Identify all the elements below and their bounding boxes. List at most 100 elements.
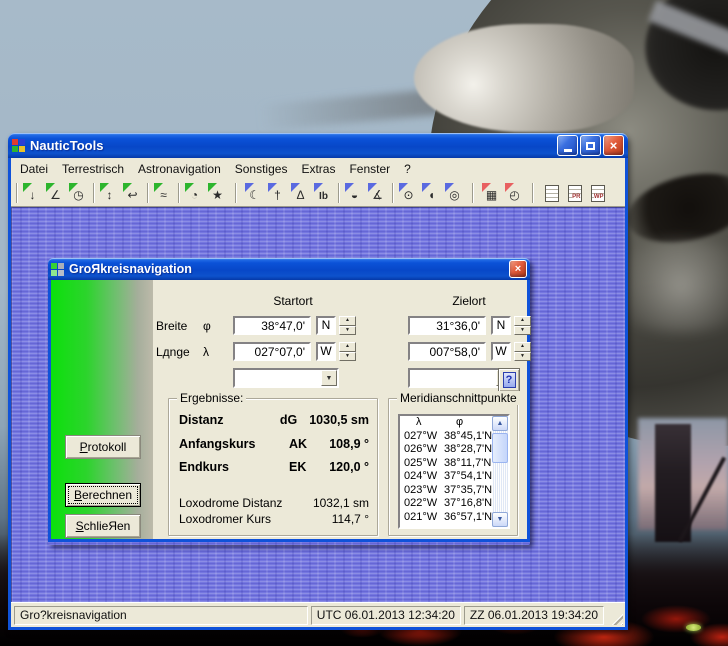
close-button[interactable]: ×	[603, 135, 624, 156]
protocol-pad-icon[interactable]	[540, 182, 563, 204]
meridian-listbox[interactable]: λ φ 027°W38°45,1'N 026°W38°28,7'N 025°W3…	[398, 414, 510, 529]
close-icon: ×	[515, 264, 521, 275]
start-lon-spinner: ▲ ▼	[339, 342, 356, 361]
status-bar: Gro?kreisnavigation UTC 06.01.2013 12:34…	[11, 602, 625, 627]
ziel-lat-input[interactable]	[408, 316, 486, 335]
result-row-endkurs: Endkurs EK 120,0 °	[179, 460, 369, 484]
ziel-lon-input[interactable]	[408, 342, 486, 361]
moon-limb-icon[interactable]: ◖	[420, 182, 443, 204]
result-row-distanz: Distanz dG 1030,5 sm	[179, 413, 369, 437]
updown-transit-icon[interactable]: ↕	[98, 182, 121, 204]
anchor-icon[interactable]: †	[266, 182, 289, 204]
resize-grip[interactable]	[609, 611, 623, 625]
startort-header: Startort	[231, 294, 355, 308]
dialog-title: GroЯkreisnavigation	[69, 262, 507, 276]
notepad-page-icon	[545, 185, 559, 202]
calculator-icon[interactable]: ▦	[480, 182, 503, 204]
course-return-icon[interactable]: ↩	[121, 182, 144, 204]
start-place-combobox[interactable]: ▼	[233, 368, 339, 388]
start-lon-spinner-down[interactable]: ▼	[339, 352, 356, 362]
toolbar-separator	[472, 183, 474, 203]
toolbar-separator	[16, 183, 18, 203]
start-lat-spinner-up[interactable]: ▲	[339, 316, 356, 326]
ziel-lat-spinner: ▲ ▼	[514, 316, 531, 335]
maximize-button[interactable]	[580, 135, 601, 156]
index-body-icon[interactable]: Ib	[312, 182, 335, 204]
menu-sonstiges[interactable]: Sonstiges	[228, 159, 295, 179]
ziel-lat-spinner-up[interactable]: ▲	[514, 316, 531, 326]
propeller-spinner-cone	[414, 24, 634, 132]
ziel-lon-spinner-down[interactable]: ▼	[514, 352, 531, 362]
nautictools-app-icon	[12, 139, 25, 152]
start-place-combo-input[interactable]	[235, 370, 321, 386]
menu-astronavigation[interactable]: Astronavigation	[131, 159, 228, 179]
status-panel-title: Gro?kreisnavigation	[14, 606, 308, 625]
bearing-angle-icon[interactable]: ∠	[44, 182, 67, 204]
phi-symbol: φ	[203, 319, 211, 333]
laenge-label: Lдnge	[156, 345, 190, 359]
scrollbar-thumb[interactable]	[492, 433, 508, 463]
help-button[interactable]: ?	[498, 368, 520, 392]
start-lat-hemisphere: N	[316, 316, 336, 335]
scroll-down-icon[interactable]: ▼	[492, 512, 508, 527]
start-lat-spinner-down[interactable]: ▼	[339, 326, 356, 336]
status-panel-utc: UTC 06.01.2013 12:34:20	[311, 606, 461, 625]
minimize-icon	[564, 149, 572, 152]
almanac-clock-icon[interactable]: ◴	[503, 182, 526, 204]
maximize-icon	[586, 142, 595, 150]
breite-label: Breite	[156, 319, 187, 333]
toolbar-separator	[392, 183, 394, 203]
grosskreis-dialog: GroЯkreisnavigation × Startort Zielort B…	[48, 258, 530, 545]
moon-sight-icon[interactable]: ☾	[243, 182, 266, 204]
scroll-up-icon[interactable]: ▲	[492, 416, 508, 431]
dialog-titlebar[interactable]: GroЯkreisnavigation ×	[48, 258, 530, 280]
menu-fenster[interactable]: Fenster	[342, 159, 397, 179]
menu-terrestrisch[interactable]: Terrestrisch	[55, 159, 131, 179]
planet-icon[interactable]: ◎	[443, 182, 466, 204]
meridian-legend: Meridianschnittpunkte	[397, 391, 520, 405]
horizon-dip-icon[interactable]: ◒	[343, 182, 366, 204]
toolbar: ↓ ∠ ◷ ↕ ↩ ≈ ◔ ★ ☾ † Δ Ib ◒ ∡ ⊙ ◖ ◎ ▦ ◴	[11, 180, 625, 207]
close-icon: ×	[610, 139, 618, 152]
start-lat-spinner: ▲ ▼	[339, 316, 356, 335]
ziel-lon-spinner-up[interactable]: ▲	[514, 342, 531, 352]
pr-document-icon[interactable]: PR	[563, 182, 586, 204]
berechnen-button[interactable]: Berechnen	[65, 483, 141, 507]
dialog-close-button[interactable]: ×	[509, 260, 527, 278]
zielort-header: Zielort	[407, 294, 531, 308]
moon-phase-icon[interactable]: ◔	[183, 182, 206, 204]
ziel-lon-spinner: ▲ ▼	[514, 342, 531, 361]
minimize-button[interactable]	[557, 135, 578, 156]
chevron-down-icon[interactable]: ▼	[321, 370, 337, 386]
green-light-dot	[686, 624, 701, 631]
start-lon-hemisphere: W	[316, 342, 336, 361]
sextant-angle-icon[interactable]: ∡	[366, 182, 389, 204]
window-titlebar[interactable]: NauticTools ×	[8, 133, 628, 158]
status-panel-zz: ZZ 06.01.2013 19:34:20	[464, 606, 604, 625]
time-sight-icon[interactable]: ◷	[67, 182, 90, 204]
menu-datei[interactable]: Datei	[13, 159, 55, 179]
ziel-lat-hemisphere: N	[491, 316, 511, 335]
start-lon-input[interactable]	[233, 342, 311, 361]
start-lon-spinner-up[interactable]: ▲	[339, 342, 356, 352]
start-lat-input[interactable]	[233, 316, 311, 335]
star-fix-icon[interactable]: ★	[206, 182, 229, 204]
toolbar-separator	[532, 183, 534, 203]
sun-limb-icon[interactable]: ⊙	[397, 182, 420, 204]
menu-help[interactable]: ?	[397, 159, 418, 179]
horizon-wave-icon[interactable]: ≈	[152, 182, 175, 204]
boat-icon[interactable]: Δ	[289, 182, 312, 204]
wp-document-icon[interactable]: WP	[586, 182, 609, 204]
toolbar-separator	[338, 183, 340, 203]
toolbar-separator	[178, 183, 180, 203]
meridian-scrollbar[interactable]: ▲ ▼	[492, 416, 508, 527]
ziel-place-combo-input[interactable]	[410, 370, 496, 386]
schliessen-button[interactable]: SchlieЯen	[65, 514, 141, 538]
protokoll-button[interactable]: Protokoll	[65, 435, 141, 459]
pr-page-icon: PR	[568, 185, 582, 202]
ziel-lat-spinner-down[interactable]: ▼	[514, 326, 531, 336]
sun-altitude-icon[interactable]: ↓	[21, 182, 44, 204]
meridian-groupbox: Meridianschnittpunkte λ φ 027°W38°45,1'N…	[388, 398, 518, 536]
menu-extras[interactable]: Extras	[294, 159, 342, 179]
toolbar-separator	[235, 183, 237, 203]
